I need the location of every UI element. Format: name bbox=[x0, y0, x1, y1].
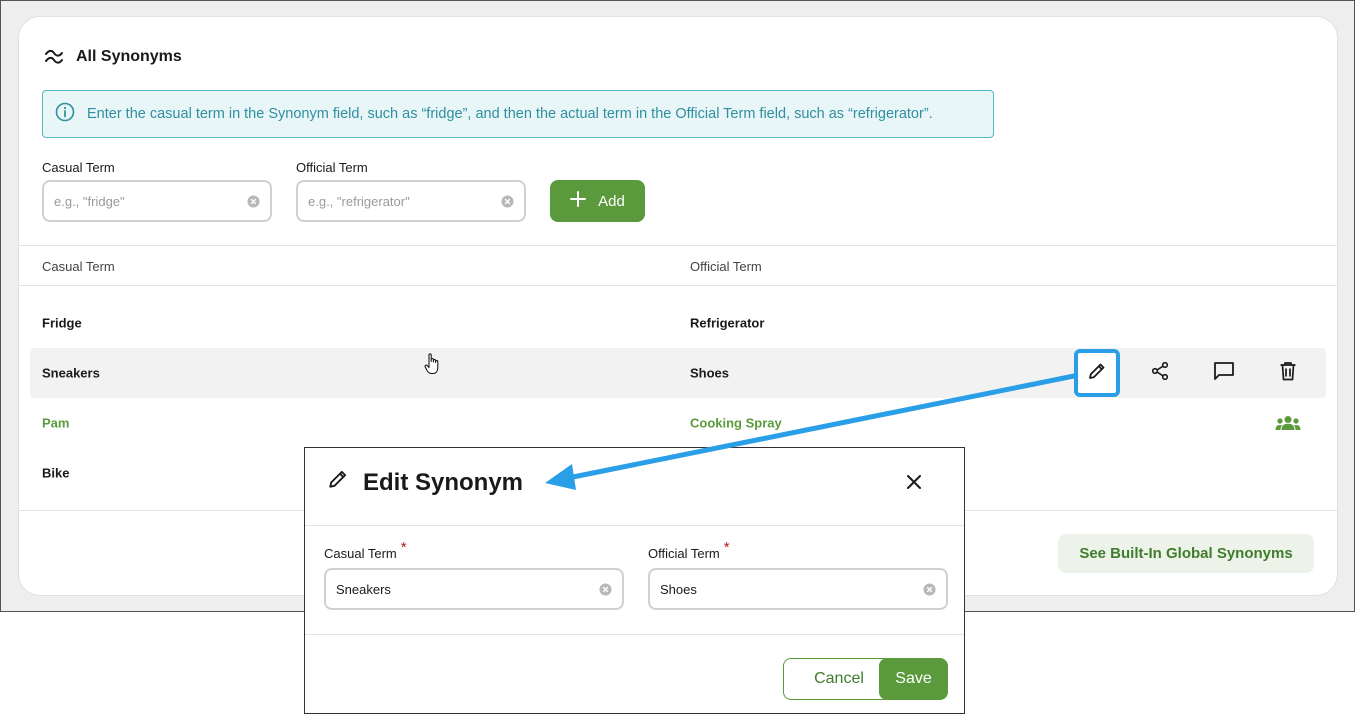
section-header: All Synonyms bbox=[44, 48, 182, 66]
global-synonyms-button[interactable]: See Built-In Global Synonyms bbox=[1058, 534, 1314, 573]
dialog-casual-term-label: Casual Term * bbox=[324, 539, 407, 562]
info-banner: Enter the casual term in the Synonym fie… bbox=[42, 90, 994, 138]
casual-term-placeholder: e.g., "fridge" bbox=[54, 193, 125, 209]
official-term-placeholder: e.g., "refrigerator" bbox=[308, 193, 410, 209]
save-button[interactable]: Save bbox=[879, 658, 948, 700]
plus-icon bbox=[570, 191, 587, 211]
table-row[interactable]: Fridge Refrigerator bbox=[30, 298, 1326, 348]
dialog-official-term-label-text: Official Term bbox=[648, 546, 720, 561]
dialog-casual-term-label-text: Casual Term bbox=[324, 546, 397, 561]
table-row[interactable]: Pam Cooking Spray bbox=[30, 398, 1326, 448]
pencil-icon bbox=[327, 468, 349, 497]
info-text: Enter the casual term in the Synonym fie… bbox=[87, 106, 933, 122]
add-button[interactable]: Add bbox=[550, 180, 645, 222]
casual-term-cell: Bike bbox=[42, 465, 70, 481]
column-header-casual: Casual Term bbox=[42, 259, 115, 274]
required-mark: * bbox=[400, 539, 407, 556]
comment-icon bbox=[1213, 361, 1235, 386]
delete-button[interactable] bbox=[1266, 351, 1310, 395]
divider bbox=[19, 285, 1337, 286]
dialog-official-term-value: Shoes bbox=[660, 581, 697, 597]
casual-term-input[interactable]: e.g., "fridge" bbox=[42, 180, 272, 222]
casual-term-cell: Sneakers bbox=[42, 365, 100, 381]
dialog-title-text: Edit Synonym bbox=[363, 468, 524, 496]
edit-button[interactable] bbox=[1074, 349, 1120, 397]
dialog-official-term-input[interactable]: Shoes bbox=[648, 568, 948, 610]
info-icon bbox=[55, 102, 75, 126]
pencil-icon bbox=[1087, 361, 1107, 386]
trash-icon bbox=[1279, 361, 1297, 386]
clear-icon[interactable] bbox=[598, 582, 612, 596]
dialog-title: Edit Synonym bbox=[327, 468, 523, 497]
official-term-label: Official Term bbox=[296, 160, 368, 175]
add-button-label: Add bbox=[598, 192, 625, 210]
clear-icon[interactable] bbox=[500, 194, 514, 208]
official-term-cell: Cooking Spray bbox=[690, 415, 782, 431]
hand-cursor-icon bbox=[424, 352, 442, 381]
close-icon bbox=[906, 474, 922, 495]
divider bbox=[305, 634, 964, 635]
casual-term-cell: Pam bbox=[42, 415, 70, 431]
divider bbox=[19, 245, 1337, 246]
comment-button[interactable] bbox=[1202, 351, 1246, 395]
required-mark: * bbox=[723, 539, 730, 556]
official-term-cell: Refrigerator bbox=[690, 315, 765, 331]
casual-term-label: Casual Term bbox=[42, 160, 115, 175]
dialog-official-term-label: Official Term * bbox=[648, 539, 730, 562]
dialog-casual-term-value: Sneakers bbox=[336, 581, 391, 597]
share-button[interactable] bbox=[1138, 351, 1182, 395]
dialog-header: Edit Synonym bbox=[305, 448, 964, 526]
clear-icon[interactable] bbox=[246, 194, 260, 208]
group-icon bbox=[1275, 415, 1301, 436]
approx-equal-icon bbox=[44, 49, 64, 65]
edit-synonym-dialog: Edit Synonym Casual Term * Sneakers Offic… bbox=[304, 447, 965, 714]
casual-term-cell: Fridge bbox=[42, 315, 82, 331]
official-term-input[interactable]: e.g., "refrigerator" bbox=[296, 180, 526, 222]
official-term-cell: Shoes bbox=[690, 365, 730, 381]
column-header-official: Official Term bbox=[690, 259, 762, 274]
clear-icon[interactable] bbox=[922, 582, 936, 596]
close-button[interactable] bbox=[902, 472, 926, 496]
table-row[interactable]: Sneakers Shoes bbox=[30, 348, 1326, 398]
section-title: All Synonyms bbox=[76, 48, 182, 65]
share-icon bbox=[1150, 361, 1170, 386]
dialog-casual-term-input[interactable]: Sneakers bbox=[324, 568, 624, 610]
